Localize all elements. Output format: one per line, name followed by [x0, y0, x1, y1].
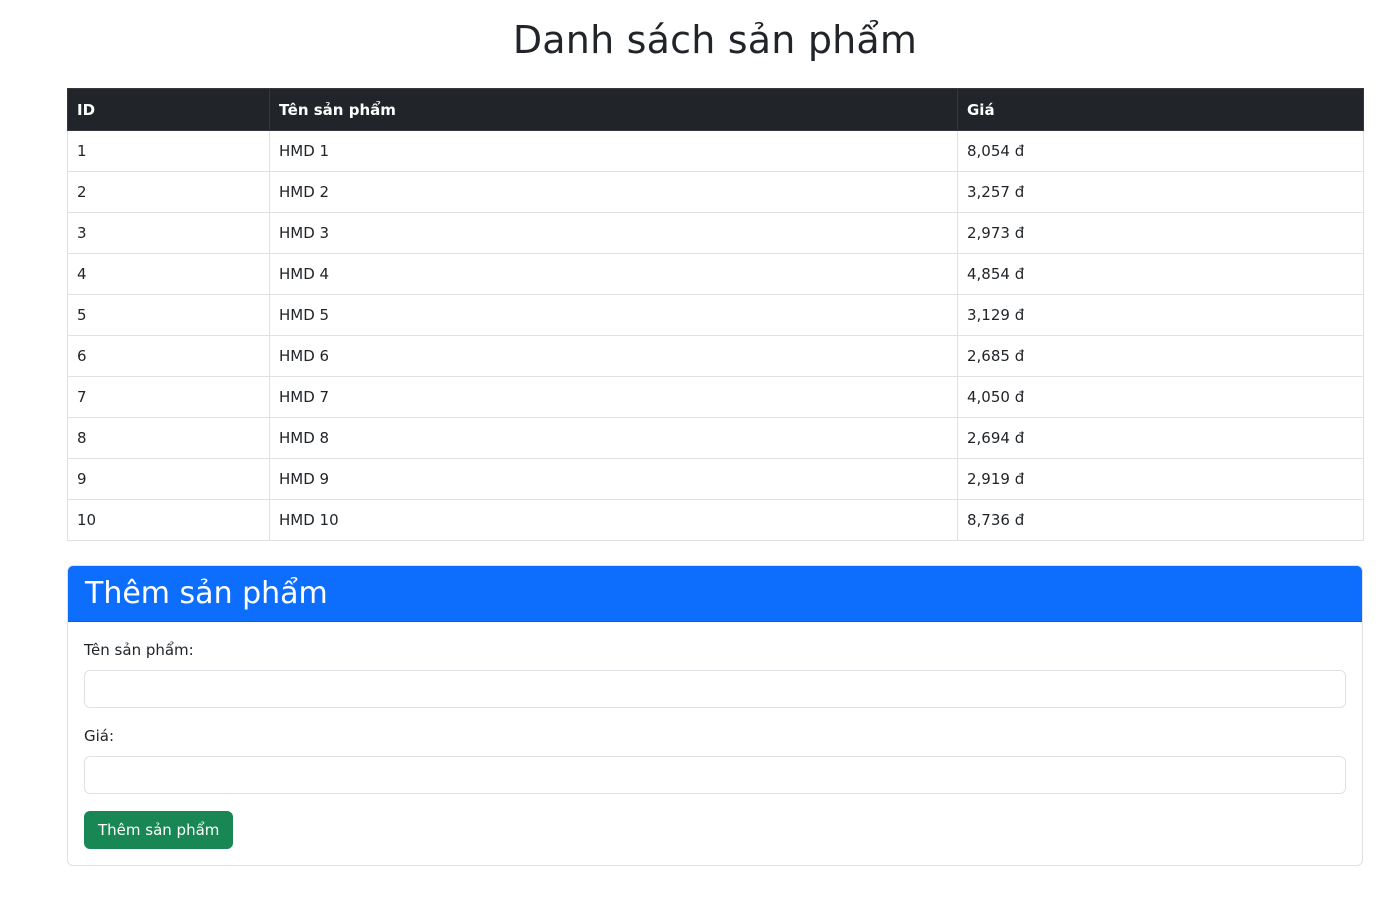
cell-price: 8,054 đ [957, 130, 1364, 172]
name-field-group: Tên sản phẩm: [84, 639, 1346, 708]
table-header: ID Tên sản phẩm Giá [67, 88, 1364, 131]
page-title: Danh sách sản phẩm [512, 18, 918, 62]
cell-price: 4,854 đ [957, 253, 1364, 295]
product-table: ID Tên sản phẩm Giá 1 HMD 1 8,054 đ 2 HM… [67, 88, 1364, 541]
column-header-price: Giá [957, 88, 1364, 131]
cell-name: HMD 2 [269, 171, 958, 213]
cell-price: 3,257 đ [957, 171, 1364, 213]
cell-price: 2,973 đ [957, 212, 1364, 254]
cell-price: 3,129 đ [957, 294, 1364, 336]
add-product-title: Thêm sản phẩm [85, 575, 328, 611]
price-field-label: Giá: [84, 727, 115, 745]
table-header-row: ID Tên sản phẩm Giá [67, 88, 1364, 131]
cell-price: 4,050 đ [957, 376, 1364, 418]
cell-price: 2,919 đ [957, 458, 1364, 500]
table-row: 2 HMD 2 3,257 đ [67, 171, 1364, 213]
cell-id: 9 [67, 458, 270, 500]
table-row: 8 HMD 8 2,694 đ [67, 417, 1364, 459]
cell-id: 5 [67, 294, 270, 336]
cell-name: HMD 7 [269, 376, 958, 418]
cell-id: 1 [67, 130, 270, 172]
cell-id: 2 [67, 171, 270, 213]
add-product-button[interactable]: Thêm sản phẩm [84, 811, 234, 849]
column-header-name: Tên sản phẩm [269, 88, 958, 131]
table-row: 10 HMD 10 8,736 đ [67, 499, 1364, 541]
cell-name: HMD 6 [269, 335, 958, 377]
cell-id: 7 [67, 376, 270, 418]
product-name-input[interactable] [84, 670, 1346, 708]
add-product-card: Thêm sản phẩm Tên sản phẩm: Giá: Thêm sả… [67, 565, 1363, 866]
table-row: 4 HMD 4 4,854 đ [67, 253, 1364, 295]
column-header-id: ID [67, 88, 270, 131]
cell-name: HMD 9 [269, 458, 958, 500]
table-row: 7 HMD 7 4,050 đ [67, 376, 1364, 418]
cell-price: 2,694 đ [957, 417, 1364, 459]
cell-price: 8,736 đ [957, 499, 1364, 541]
table-row: 1 HMD 1 8,054 đ [67, 130, 1364, 172]
table-row: 3 HMD 3 2,973 đ [67, 212, 1364, 254]
cell-id: 4 [67, 253, 270, 295]
table-row: 6 HMD 6 2,685 đ [67, 335, 1364, 377]
add-product-form: Tên sản phẩm: Giá: Thêm sản phẩm [68, 622, 1362, 865]
cell-id: 10 [67, 499, 270, 541]
product-price-input[interactable] [84, 756, 1346, 794]
cell-id: 3 [67, 212, 270, 254]
page-container: Danh sách sản phẩm ID Tên sản phẩm Giá 1… [67, 0, 1364, 866]
price-field-group: Giá: [84, 725, 1346, 794]
cell-name: HMD 10 [269, 499, 958, 541]
table-row: 9 HMD 9 2,919 đ [67, 458, 1364, 500]
cell-id: 6 [67, 335, 270, 377]
cell-id: 8 [67, 417, 270, 459]
table-body: 1 HMD 1 8,054 đ 2 HMD 2 3,257 đ 3 HMD 3 … [67, 130, 1364, 541]
name-field-label: Tên sản phẩm: [84, 641, 194, 659]
cell-name: HMD 8 [269, 417, 958, 459]
cell-name: HMD 4 [269, 253, 958, 295]
cell-name: HMD 5 [269, 294, 958, 336]
add-product-card-header: Thêm sản phẩm [68, 566, 1362, 622]
cell-price: 2,685 đ [957, 335, 1364, 377]
cell-name: HMD 1 [269, 130, 958, 172]
cell-name: HMD 3 [269, 212, 958, 254]
table-row: 5 HMD 5 3,129 đ [67, 294, 1364, 336]
